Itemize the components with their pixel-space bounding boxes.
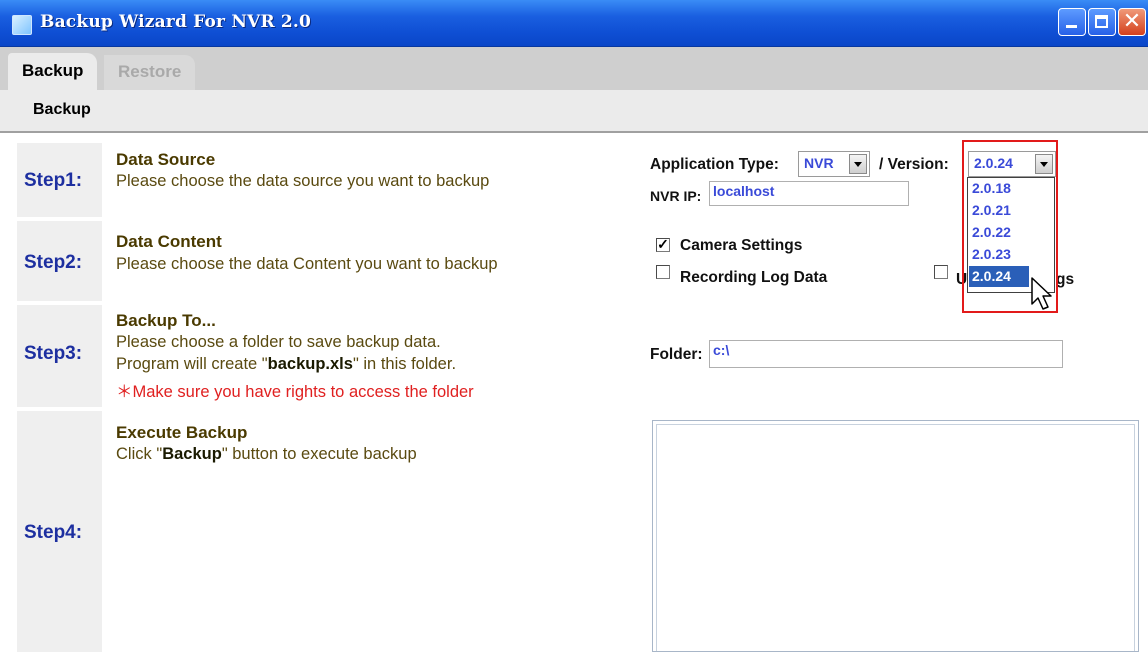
third-option-label-tail: gs	[1056, 271, 1074, 289]
step3-text-2: Program will create "backup.xls" in this…	[116, 355, 456, 374]
close-button[interactable]: ✕	[1118, 8, 1146, 36]
minimize-button[interactable]	[1058, 8, 1086, 36]
step4-text-suffix: " button to execute backup	[221, 445, 417, 463]
backup-filename: backup.xls	[267, 355, 353, 373]
tab-backup[interactable]: Backup	[8, 53, 98, 90]
third-option-label-end: s	[1065, 271, 1075, 288]
nvr-ip-label: NVR IP:	[650, 188, 702, 204]
title-bar[interactable]: Backup Wizard For NVR 2.0 ✕	[0, 0, 1148, 47]
step3-text-2-prefix: Program will create "	[116, 355, 268, 373]
tab-restore[interactable]: Restore	[104, 55, 196, 90]
backup-button-reference: Backup	[162, 445, 222, 463]
application-type-label: Application Type:	[650, 156, 779, 173]
recording-log-label: Recording Log Data	[680, 269, 828, 286]
recording-log-checkbox[interactable]	[656, 265, 670, 279]
close-icon: ✕	[1122, 9, 1142, 34]
mouse-cursor-icon	[1031, 277, 1052, 310]
step3-label: Step3:	[24, 343, 83, 364]
section-header: Backup	[0, 90, 1148, 133]
step1-text: Please choose the data source you want t…	[116, 172, 490, 190]
tab-strip: Backup Restore	[0, 47, 1148, 90]
step2-title: Data Content	[116, 232, 222, 251]
step3-text-2-suffix: " in this folder.	[352, 355, 457, 373]
application-type-value: NVR	[804, 155, 834, 171]
step1-title: Data Source	[116, 150, 216, 169]
application-type-select[interactable]: NVR	[798, 151, 870, 177]
step2-text: Please choose the data Content you want …	[116, 255, 498, 273]
backup-log-output[interactable]	[652, 420, 1139, 652]
step4-text-prefix: Click "	[116, 445, 163, 463]
app-icon	[12, 15, 32, 35]
folder-label: Folder:	[650, 346, 703, 363]
maximize-button[interactable]	[1088, 8, 1116, 36]
folder-input[interactable]: c:\	[709, 340, 1063, 368]
step3-text-1: Please choose a folder to save backup da…	[116, 333, 441, 351]
minimize-icon	[1066, 25, 1077, 28]
step4-label: Step4:	[24, 522, 83, 543]
step2-label: Step2:	[24, 252, 83, 273]
folder-rights-warning: ＊Make sure you have rights to access the…	[116, 383, 474, 401]
window-title: Backup Wizard For NVR 2.0	[40, 12, 312, 32]
nvr-ip-input[interactable]: localhost	[709, 181, 909, 206]
third-option-checkbox[interactable]	[934, 265, 948, 279]
maximize-icon	[1095, 15, 1108, 28]
step3-title: Backup To...	[116, 311, 216, 330]
version-label: / Version:	[879, 156, 949, 173]
chevron-down-icon[interactable]	[849, 154, 867, 174]
section-header-label: Backup	[33, 101, 91, 118]
step1-label: Step1:	[24, 170, 83, 191]
step4-title: Execute Backup	[116, 423, 248, 442]
camera-settings-checkbox[interactable]: ✓	[656, 237, 670, 252]
camera-settings-label: Camera Settings	[680, 237, 803, 254]
step4-text: Click "Backup" button to execute backup	[116, 445, 417, 464]
